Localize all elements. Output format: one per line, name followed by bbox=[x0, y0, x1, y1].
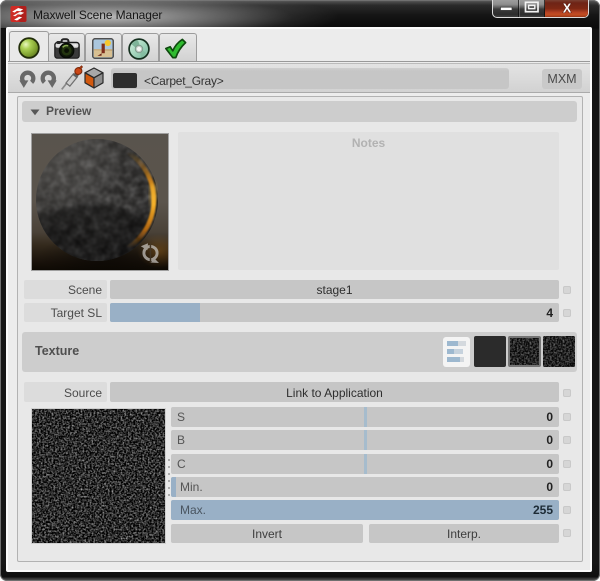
svg-text:X: X bbox=[563, 1, 572, 15]
